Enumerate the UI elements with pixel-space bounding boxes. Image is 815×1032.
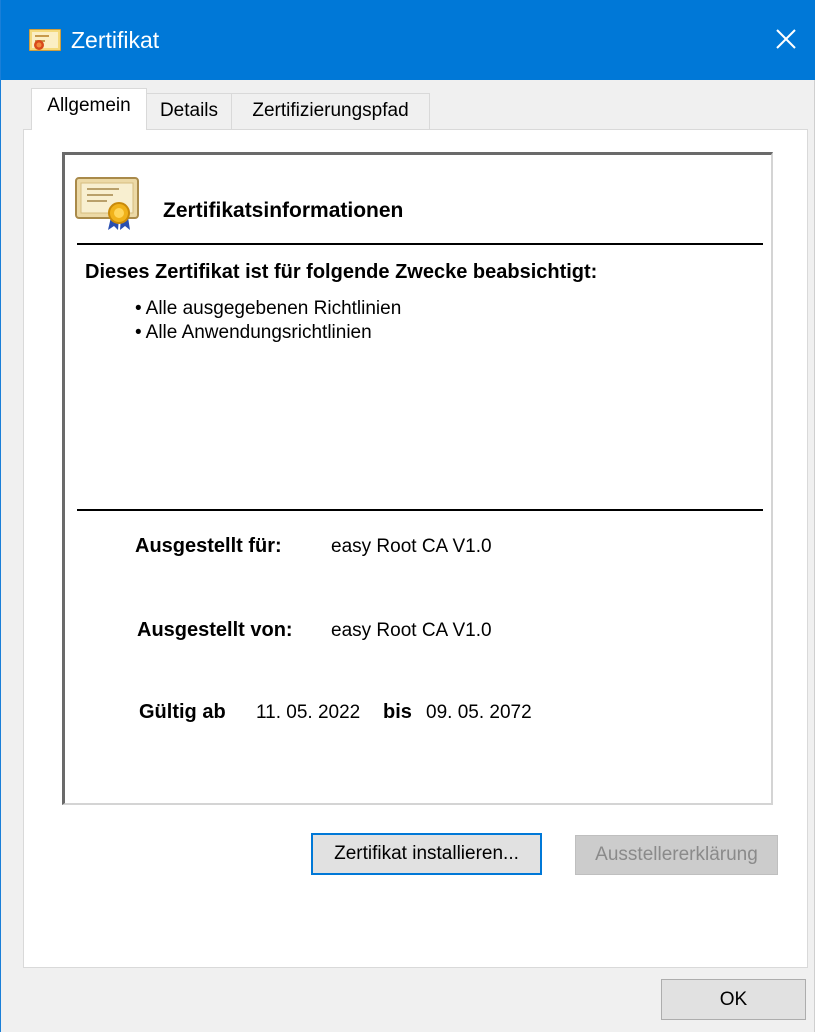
issued-by-label: Ausgestellt von: [137, 619, 293, 641]
close-icon [776, 29, 796, 49]
certificate-icon [75, 177, 139, 230]
general-tab-panel: Zertifikatsinformationen Dieses Zertifik… [23, 129, 808, 968]
purpose-item: Alle Anwendungsrichtlinien [135, 321, 401, 345]
install-certificate-button[interactable]: Zertifikat installieren... [311, 833, 542, 875]
tab-details[interactable]: Details [147, 93, 232, 129]
certificate-dialog: Zertifikat Allgemein Details Zertifizier… [0, 0, 815, 1032]
purpose-list: Alle ausgegebenen Richtlinien Alle Anwen… [135, 297, 402, 345]
close-button[interactable] [763, 16, 809, 62]
valid-from-label: Gültig ab [139, 701, 226, 723]
tab-strip: Allgemein Details Zertifizierungspfad [1, 80, 815, 130]
valid-from-value: 11. 05. 2022 [256, 702, 361, 723]
divider [77, 509, 763, 511]
valid-to-value: 09. 05. 2072 [426, 702, 532, 723]
purpose-item: Alle ausgegebenen Richtlinien [135, 297, 402, 321]
issued-to-label: Ausgestellt für: [135, 535, 282, 557]
divider [77, 243, 763, 245]
window-title: Zertifikat [71, 27, 160, 53]
ok-button[interactable]: OK [661, 979, 806, 1020]
info-heading: Zertifikatsinformationen [163, 199, 404, 222]
purpose-heading: Dieses Zertifikat ist für folgende Zweck… [85, 261, 598, 283]
issuer-statement-button[interactable]: Ausstellererklärung [575, 835, 778, 875]
certificate-info-box: Zertifikatsinformationen Dieses Zertifik… [62, 152, 773, 805]
certificate-icon [29, 29, 61, 51]
issued-by-value: easy Root CA V1.0 [331, 620, 492, 641]
title-bar[interactable]: Zertifikat [1, 0, 815, 80]
tab-general[interactable]: Allgemein [31, 88, 147, 130]
valid-until-label: bis [383, 701, 412, 723]
tab-certification-path[interactable]: Zertifizierungspfad [232, 93, 430, 129]
issued-to-value: easy Root CA V1.0 [331, 536, 492, 557]
